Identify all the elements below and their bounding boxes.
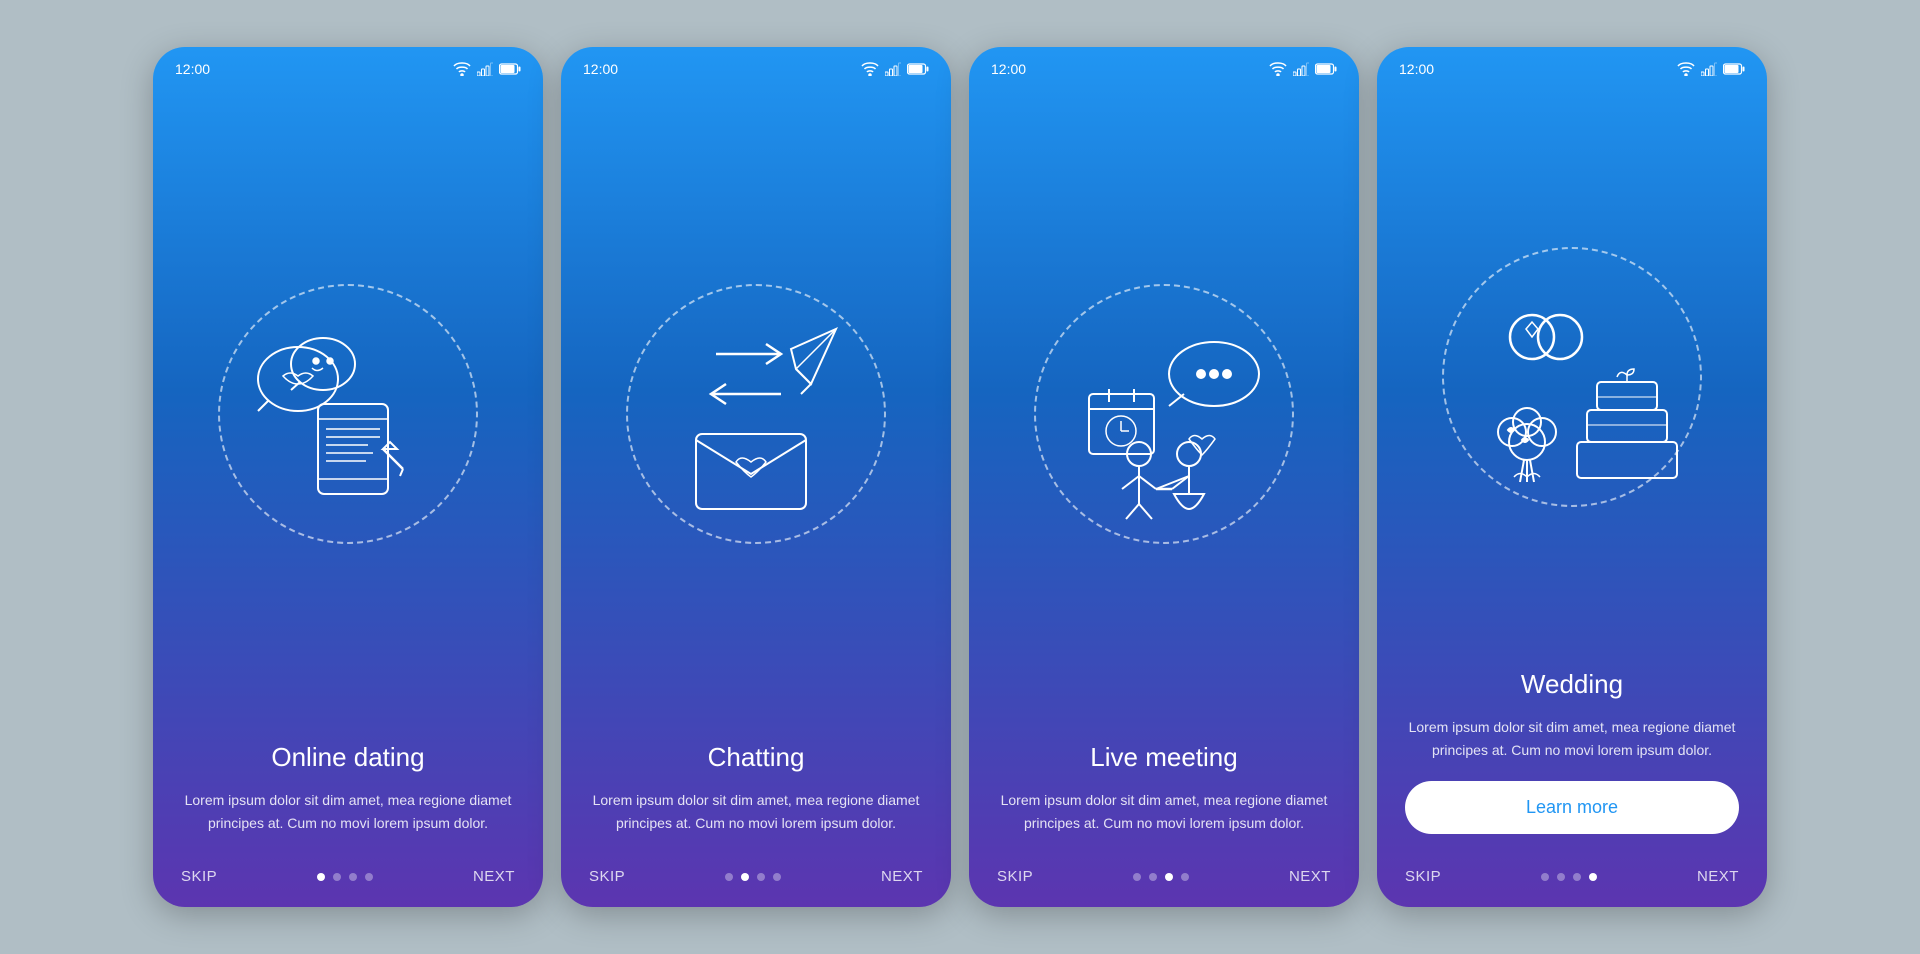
text-live-meeting: Lorem ipsum dolor sit dim amet, mea regi…: [997, 789, 1331, 834]
dashed-circle-3: [1034, 284, 1294, 544]
screen-online-dating: 12:00: [153, 47, 543, 907]
status-time-4: 12:00: [1399, 61, 1434, 77]
wifi-icon-2: [861, 62, 879, 76]
illustration-chatting: [561, 85, 951, 742]
screen-live-meeting: 12:00: [969, 47, 1359, 907]
wifi-icon-3: [1269, 62, 1287, 76]
dot-2-4[interactable]: [773, 873, 781, 881]
status-bar-2: 12:00: [561, 47, 951, 85]
signal-icon: [477, 62, 493, 76]
nav-bar-3: SKIP NEXT: [969, 854, 1359, 907]
status-icons-1: [453, 62, 521, 76]
dot-2-3[interactable]: [757, 873, 765, 881]
battery-icon-2: [907, 63, 929, 75]
signal-icon-4: [1701, 62, 1717, 76]
illustration-wedding: [1377, 85, 1767, 669]
dashed-circle-4: [1442, 247, 1702, 507]
dot-4-1[interactable]: [1541, 873, 1549, 881]
content-area-1: Online dating Lorem ipsum dolor sit dim …: [153, 742, 543, 854]
nav-bar-2: SKIP NEXT: [561, 854, 951, 907]
content-area-3: Live meeting Lorem ipsum dolor sit dim a…: [969, 742, 1359, 854]
battery-icon-4: [1723, 63, 1745, 75]
dot-3-2[interactable]: [1149, 873, 1157, 881]
live-meeting-illustration: [1044, 294, 1284, 534]
title-chatting: Chatting: [589, 742, 923, 773]
status-bar-4: 12:00: [1377, 47, 1767, 85]
battery-icon: [499, 63, 521, 75]
text-wedding: Lorem ipsum dolor sit dim amet, mea regi…: [1405, 716, 1739, 761]
status-icons-4: [1677, 62, 1745, 76]
title-wedding: Wedding: [1405, 669, 1739, 700]
learn-more-button[interactable]: Learn more: [1405, 781, 1739, 834]
next-button-2[interactable]: NEXT: [881, 868, 923, 885]
screens-container: 12:00: [123, 17, 1797, 937]
dot-2-1[interactable]: [725, 873, 733, 881]
nav-bar-1: SKIP NEXT: [153, 854, 543, 907]
status-bar-1: 12:00: [153, 47, 543, 85]
dot-4-2[interactable]: [1557, 873, 1565, 881]
dot-4-3[interactable]: [1573, 873, 1581, 881]
nav-bar-4: SKIP NEXT: [1377, 854, 1767, 907]
title-live-meeting: Live meeting: [997, 742, 1331, 773]
skip-button-3[interactable]: SKIP: [997, 868, 1033, 885]
skip-button-2[interactable]: SKIP: [589, 868, 625, 885]
wedding-illustration: [1452, 257, 1692, 497]
title-online-dating: Online dating: [181, 742, 515, 773]
content-area-2: Chatting Lorem ipsum dolor sit dim amet,…: [561, 742, 951, 854]
chatting-illustration: [636, 294, 876, 534]
illustration-online-dating: [153, 85, 543, 742]
dashed-circle-2: [626, 284, 886, 544]
status-icons-2: [861, 62, 929, 76]
dot-1-3[interactable]: [349, 873, 357, 881]
wifi-icon: [453, 62, 471, 76]
online-dating-illustration: [228, 294, 468, 534]
text-online-dating: Lorem ipsum dolor sit dim amet, mea regi…: [181, 789, 515, 834]
next-button-1[interactable]: NEXT: [473, 868, 515, 885]
next-button-4[interactable]: NEXT: [1697, 868, 1739, 885]
nav-dots-4: [1541, 873, 1597, 881]
status-time-1: 12:00: [175, 61, 210, 77]
nav-dots-3: [1133, 873, 1189, 881]
content-area-4: Wedding Lorem ipsum dolor sit dim amet, …: [1377, 669, 1767, 854]
dot-1-1[interactable]: [317, 873, 325, 881]
illustration-live-meeting: [969, 85, 1359, 742]
text-chatting: Lorem ipsum dolor sit dim amet, mea regi…: [589, 789, 923, 834]
signal-icon-2: [885, 62, 901, 76]
skip-button-4[interactable]: SKIP: [1405, 868, 1441, 885]
skip-button-1[interactable]: SKIP: [181, 868, 217, 885]
screen-wedding: 12:00: [1377, 47, 1767, 907]
status-time-3: 12:00: [991, 61, 1026, 77]
nav-dots-2: [725, 873, 781, 881]
nav-dots-1: [317, 873, 373, 881]
status-time-2: 12:00: [583, 61, 618, 77]
dot-3-4[interactable]: [1181, 873, 1189, 881]
wifi-icon-4: [1677, 62, 1695, 76]
next-button-3[interactable]: NEXT: [1289, 868, 1331, 885]
dot-4-4[interactable]: [1589, 873, 1597, 881]
dot-2-2[interactable]: [741, 873, 749, 881]
dashed-circle-1: [218, 284, 478, 544]
signal-icon-3: [1293, 62, 1309, 76]
battery-icon-3: [1315, 63, 1337, 75]
status-icons-3: [1269, 62, 1337, 76]
dot-1-4[interactable]: [365, 873, 373, 881]
dot-1-2[interactable]: [333, 873, 341, 881]
status-bar-3: 12:00: [969, 47, 1359, 85]
screen-chatting: 12:00: [561, 47, 951, 907]
dot-3-3[interactable]: [1165, 873, 1173, 881]
dot-3-1[interactable]: [1133, 873, 1141, 881]
